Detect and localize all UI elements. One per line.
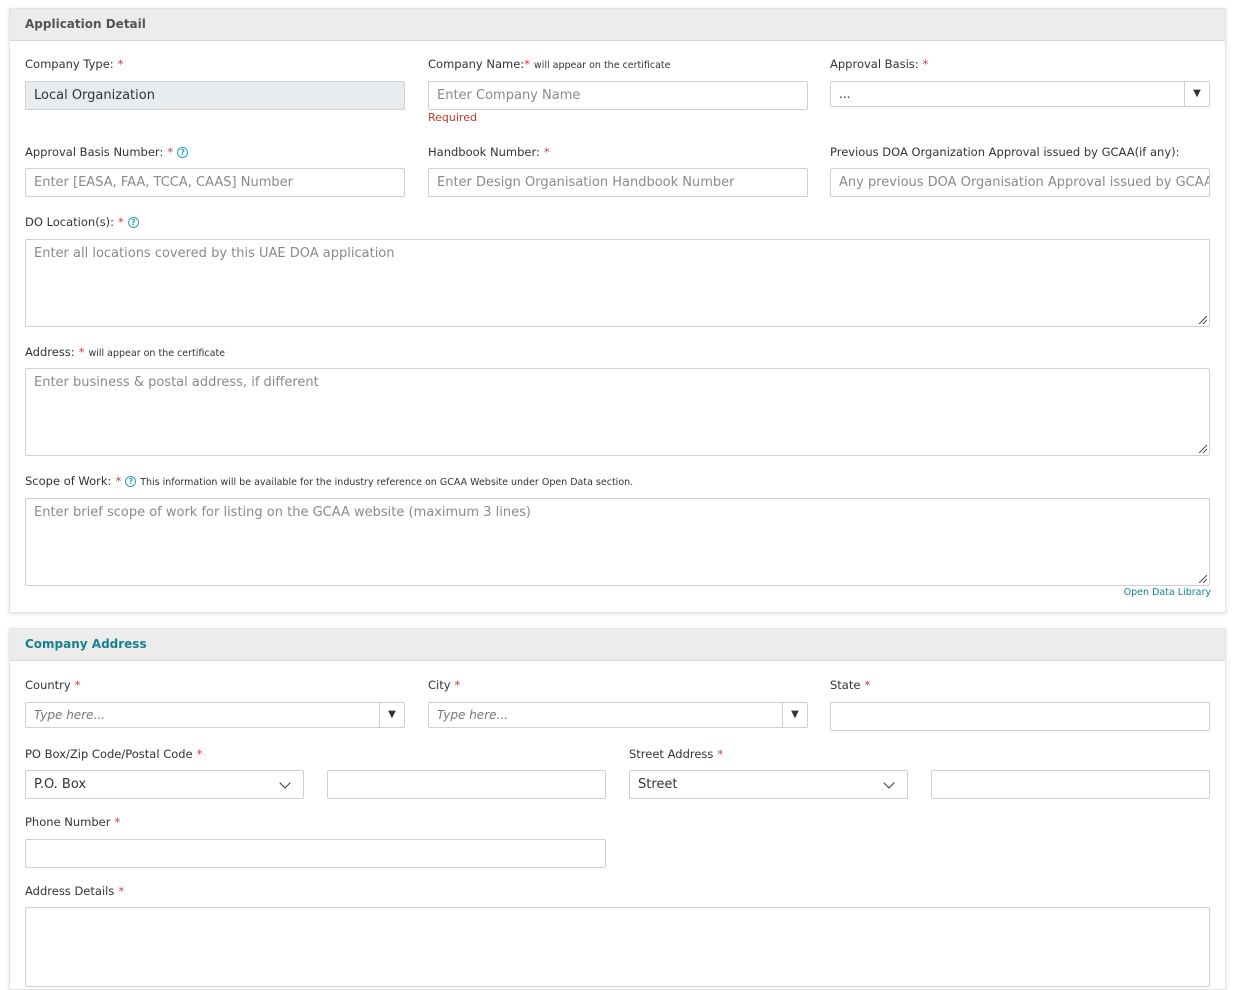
open-data-library-link[interactable]: Open Data Library	[1124, 587, 1211, 598]
required-marker: *	[717, 747, 724, 761]
address-details-label: Address Details *	[25, 884, 125, 898]
company-type-label: Company Type: *	[25, 57, 124, 71]
required-marker: *	[74, 678, 81, 692]
resize-handle-icon[interactable]	[1199, 445, 1207, 453]
chevron-down-icon	[279, 777, 291, 789]
street-input[interactable]	[931, 770, 1210, 799]
po-box-type-select[interactable]: P.O. Box	[25, 770, 304, 799]
company-name-error: Required	[428, 111, 477, 124]
required-marker: *	[167, 145, 174, 159]
phone-label: Phone Number *	[25, 815, 121, 829]
scope-of-work-textarea[interactable]: Enter brief scope of work for listing on…	[25, 498, 1210, 586]
panel-header: Application Detail	[10, 9, 1225, 41]
help-icon[interactable]: ?	[127, 217, 139, 228]
previous-doa-input[interactable]: Any previous DOA Organisation Approval i…	[830, 168, 1210, 197]
required-marker: *	[114, 815, 121, 829]
chevron-down-icon	[883, 777, 895, 789]
company-name-label: Company Name:* will appear on the certifi…	[428, 57, 671, 71]
approval-basis-select[interactable]: ... ▼	[830, 81, 1210, 107]
required-marker: *	[524, 57, 530, 71]
state-input[interactable]	[830, 702, 1210, 731]
handbook-number-input[interactable]: Enter Design Organisation Handbook Numbe…	[428, 168, 808, 197]
do-locations-label: DO Location(s): *?	[25, 215, 139, 229]
resize-handle-icon[interactable]	[1199, 316, 1207, 324]
approval-basis-number-input[interactable]: Enter [EASA, FAA, TCCA, CAAS] Number	[25, 168, 405, 197]
required-marker: *	[117, 57, 124, 71]
state-label: State *	[830, 678, 871, 692]
address-label: Address: * will appear on the certificate	[25, 345, 226, 359]
required-marker: *	[922, 57, 929, 71]
required-marker: *	[864, 678, 871, 692]
do-locations-textarea[interactable]: Enter all locations covered by this UAE …	[25, 239, 1210, 327]
certificate-note: will appear on the certificate	[88, 348, 226, 359]
required-marker: *	[78, 345, 85, 359]
street-address-label: Street Address *	[629, 747, 724, 761]
company-address-panel: Company Address Country * Type here... ▼ …	[9, 628, 1226, 990]
help-icon[interactable]: ?	[177, 147, 189, 158]
address-details-textarea[interactable]	[25, 907, 1210, 987]
dropdown-arrow-icon[interactable]: ▼	[379, 703, 404, 727]
resize-handle-icon[interactable]	[1199, 575, 1207, 583]
panel-title: Company Address	[25, 637, 147, 651]
application-detail-panel: Application Detail Company Type: * Local …	[9, 8, 1226, 613]
po-box-input[interactable]	[327, 770, 606, 799]
approval-basis-label: Approval Basis: *	[830, 57, 929, 71]
country-label: Country *	[25, 678, 81, 692]
scope-of-work-label: Scope of Work: *? This information will be…	[25, 474, 634, 488]
required-marker: *	[118, 215, 124, 229]
required-marker: *	[118, 884, 125, 898]
phone-input[interactable]	[25, 839, 606, 868]
required-marker: *	[454, 678, 461, 692]
dropdown-arrow-icon[interactable]: ▼	[782, 703, 807, 727]
company-type-field: Local Organization	[25, 81, 405, 110]
required-marker: *	[115, 474, 122, 488]
help-icon[interactable]: ?	[125, 476, 137, 487]
panel-header: Company Address	[10, 629, 1225, 661]
city-label: City *	[428, 678, 461, 692]
dropdown-arrow-icon[interactable]: ▼	[1184, 82, 1209, 106]
country-combobox[interactable]: Type here... ▼	[25, 702, 405, 728]
street-type-select[interactable]: Street	[629, 770, 908, 799]
company-name-input[interactable]: Enter Company Name	[428, 81, 808, 110]
panel-title: Application Detail	[25, 17, 146, 31]
city-combobox[interactable]: Type here... ▼	[428, 702, 808, 728]
address-textarea[interactable]: Enter business & postal address, if diff…	[25, 368, 1210, 456]
po-box-label: PO Box/Zip Code/Postal Code *	[25, 747, 203, 761]
open-data-note: This information will be available for t…	[140, 477, 634, 488]
handbook-number-label: Handbook Number: *	[428, 145, 550, 159]
approval-basis-number-label: Approval Basis Number: *?	[25, 145, 189, 159]
required-marker: *	[196, 747, 203, 761]
required-marker: *	[543, 145, 550, 159]
certificate-note: will appear on the certificate	[533, 60, 671, 71]
previous-doa-label: Previous DOA Organization Approval issue…	[830, 145, 1180, 159]
